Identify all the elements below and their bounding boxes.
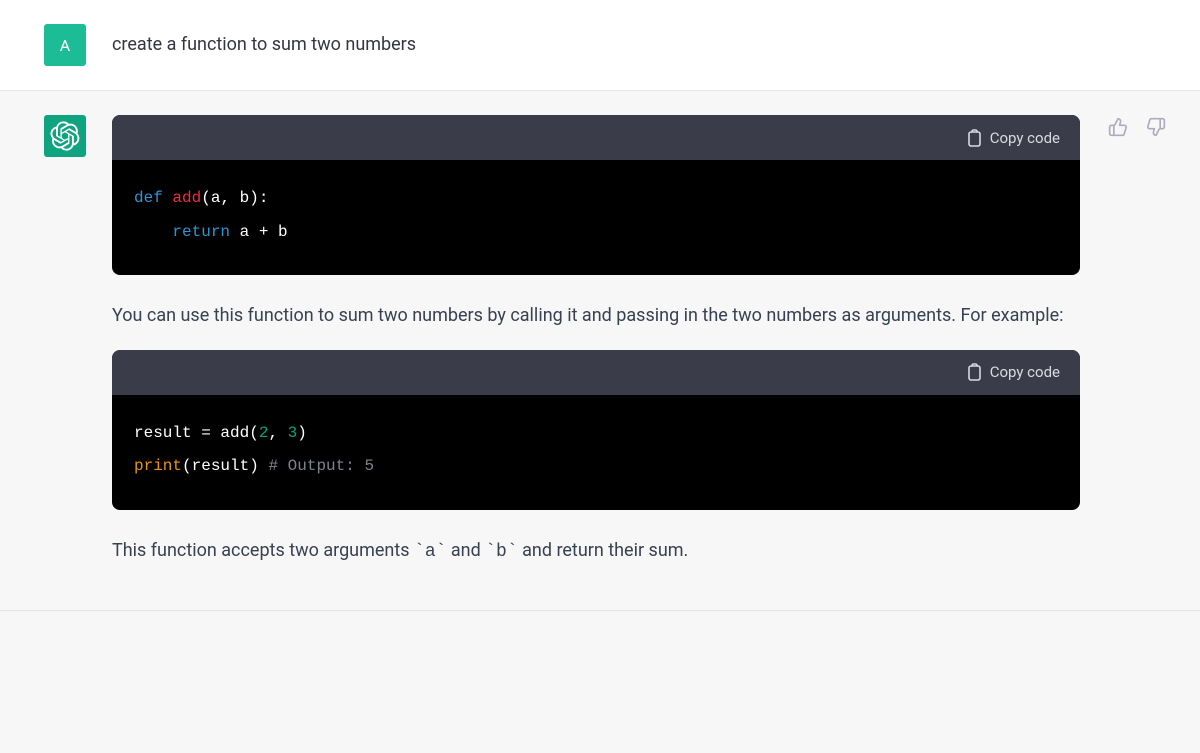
user-content: create a function to sum two numbers: [112, 24, 1200, 66]
copy-code-label: Copy code: [990, 129, 1060, 147]
code-block-1: Copy code def add(a, b): return a + b: [112, 115, 1080, 275]
code-header: Copy code: [112, 350, 1080, 395]
avatar-column: A: [0, 24, 112, 66]
user-message: create a function to sum two numbers: [112, 24, 1080, 66]
assistant-turn: Copy code def add(a, b): return a + b Yo…: [0, 91, 1200, 611]
user-avatar-letter: A: [60, 36, 70, 55]
thumbs-up-icon: [1108, 117, 1128, 137]
feedback-buttons: [1104, 113, 1170, 141]
assistant-content: Copy code def add(a, b): return a + b Yo…: [112, 115, 1200, 586]
assistant-avatar: [44, 115, 86, 157]
user-avatar: A: [44, 24, 86, 66]
assistant-paragraph-1: You can use this function to sum two num…: [112, 301, 1080, 332]
user-turn: A create a function to sum two numbers: [0, 0, 1200, 91]
clipboard-icon: [966, 129, 982, 147]
thumbs-down-button[interactable]: [1142, 113, 1170, 141]
clipboard-icon: [966, 363, 982, 381]
copy-code-button[interactable]: Copy code: [966, 363, 1060, 381]
copy-code-label: Copy code: [990, 363, 1060, 381]
thumbs-up-button[interactable]: [1104, 113, 1132, 141]
avatar-column: [0, 115, 112, 586]
assistant-paragraph-2: This function accepts two arguments `a` …: [112, 536, 1080, 568]
code-content-2: result = add(2, 3) print(result) # Outpu…: [112, 395, 1080, 510]
copy-code-button[interactable]: Copy code: [966, 129, 1060, 147]
code-block-2: Copy code result = add(2, 3) print(resul…: [112, 350, 1080, 510]
code-header: Copy code: [112, 115, 1080, 160]
thumbs-down-icon: [1146, 117, 1166, 137]
openai-icon: [50, 121, 80, 151]
code-content-1: def add(a, b): return a + b: [112, 160, 1080, 275]
